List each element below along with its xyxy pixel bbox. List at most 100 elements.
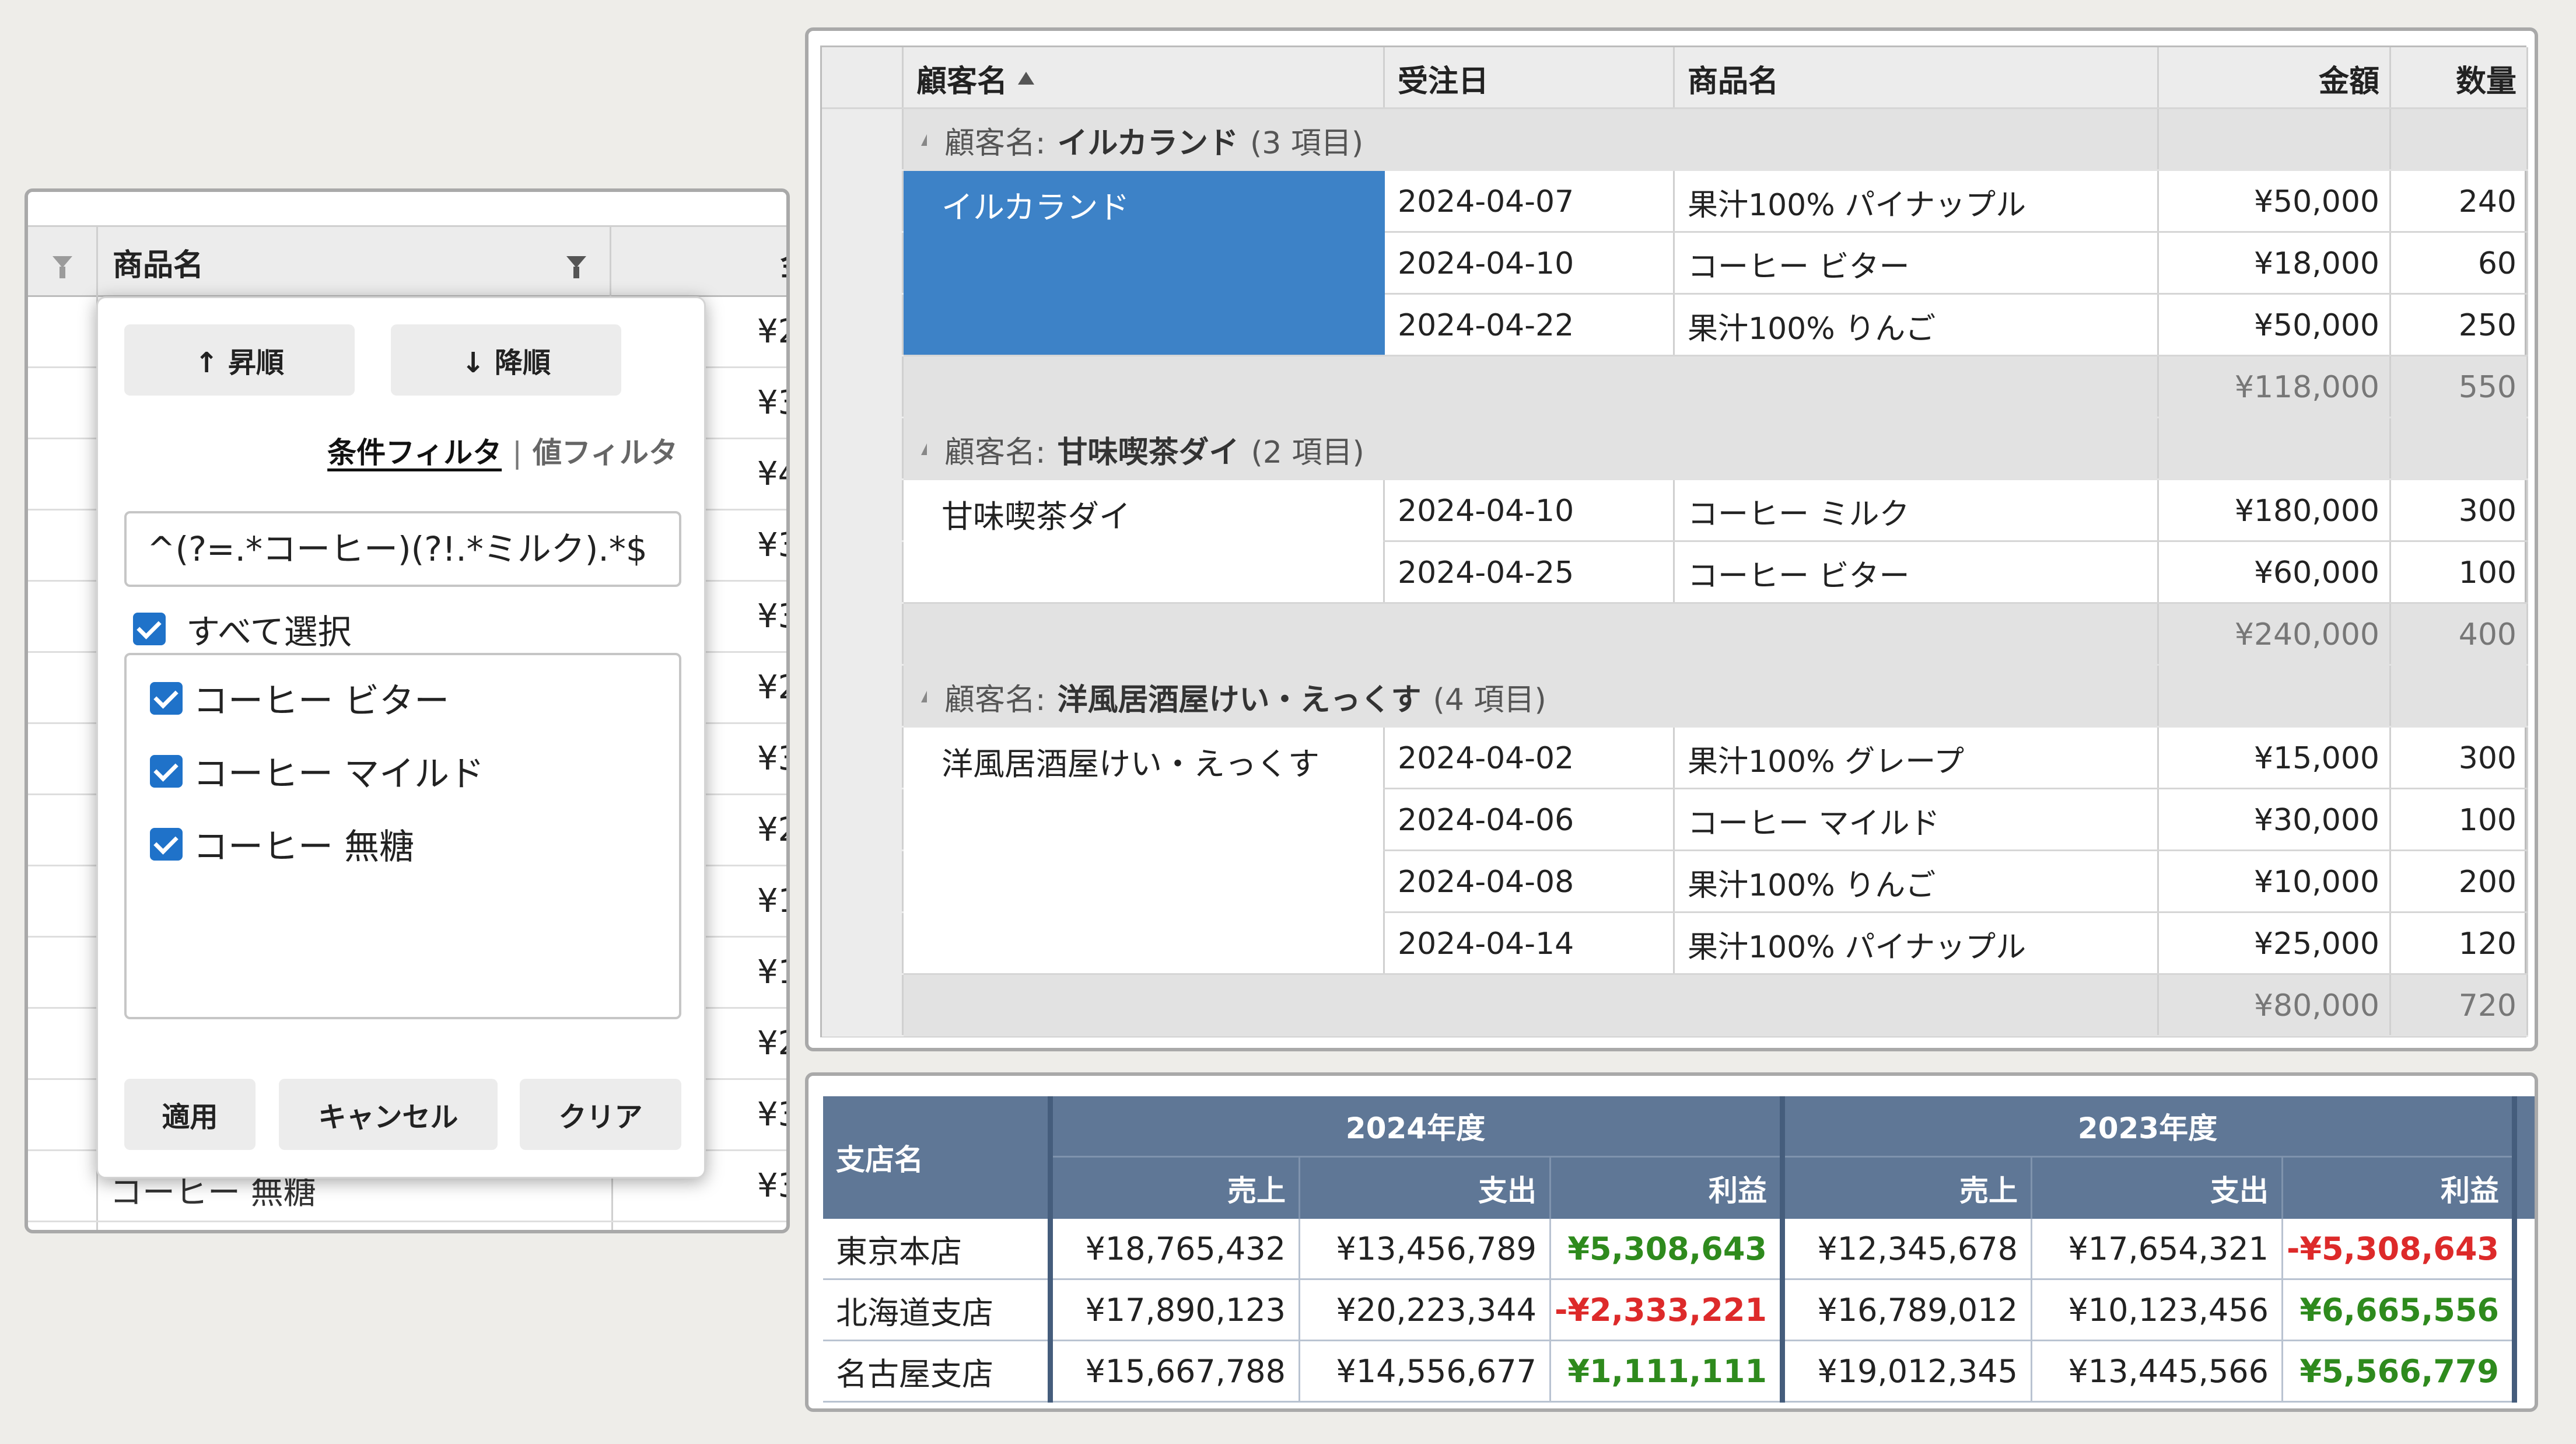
list-item[interactable]: コーヒー マイルド bbox=[150, 746, 484, 796]
product-cell[interactable]: 果汁100% パイナップル bbox=[1675, 171, 2159, 233]
value-cell[interactable]: ¥16,789,012 bbox=[1782, 1280, 2032, 1341]
amount-cell[interactable]: ¥25,000 bbox=[2159, 913, 2391, 975]
checkbox-checked-icon[interactable] bbox=[133, 613, 166, 645]
amount-cell[interactable]: ¥50,000 bbox=[2159, 295, 2391, 356]
row-header-corner[interactable] bbox=[822, 47, 904, 109]
collapse-triangle-icon[interactable] bbox=[921, 691, 927, 702]
row-header[interactable] bbox=[822, 975, 904, 1037]
column-header-product[interactable]: 商品名 bbox=[98, 227, 611, 297]
column-header-year-2023[interactable]: 2023年度 bbox=[1782, 1096, 2514, 1158]
profit-cell[interactable]: -¥5,308,643 bbox=[2283, 1219, 2514, 1280]
list-item[interactable]: コーヒー ビター bbox=[150, 673, 449, 723]
row-header-filter-cell[interactable] bbox=[28, 227, 98, 297]
group-header-cell[interactable]: 顧客名: 甘味喫茶ダイ (2 項目) bbox=[904, 418, 2159, 480]
column-header-sales[interactable]: 売上 bbox=[1782, 1158, 2032, 1219]
profit-cell[interactable]: ¥1,111,111 bbox=[1551, 1341, 1782, 1403]
value-cell[interactable]: ¥17,890,123 bbox=[1049, 1280, 1300, 1341]
amount-cell[interactable]: ¥60,000 bbox=[2159, 542, 2391, 604]
qty-cell[interactable]: 120 bbox=[2391, 913, 2528, 975]
value-cell[interactable]: ¥10,123,456 bbox=[2032, 1280, 2283, 1341]
branch-cell[interactable]: 北海道支店 bbox=[823, 1280, 1049, 1341]
product-cell[interactable]: 果汁100% パイナップル bbox=[1675, 913, 2159, 975]
apply-button[interactable]: 適用 bbox=[124, 1079, 256, 1150]
row-header[interactable] bbox=[822, 295, 904, 356]
list-item[interactable]: コーヒー 無糖 bbox=[150, 819, 414, 869]
product-cell[interactable]: コーヒー ビター bbox=[1675, 233, 2159, 295]
filter-value-list[interactable]: コーヒー ビター コーヒー マイルド コーヒー 無糖 bbox=[124, 653, 681, 1019]
qty-cell[interactable]: 100 bbox=[2391, 542, 2528, 604]
group-header-cell[interactable]: 顧客名: イルカランド (3 項目) bbox=[904, 109, 2159, 171]
tab-value-filter[interactable]: 値フィルタ bbox=[533, 436, 678, 470]
date-cell[interactable]: 2024-04-10 bbox=[1385, 480, 1675, 542]
amount-cell[interactable]: ¥10,000 bbox=[2159, 851, 2391, 913]
profit-cell[interactable]: ¥5,308,643 bbox=[1551, 1219, 1782, 1280]
amount-cell[interactable]: ¥180,000 bbox=[2159, 480, 2391, 542]
column-header-customer[interactable]: 顧客名 bbox=[904, 47, 1385, 109]
row-header[interactable] bbox=[822, 851, 904, 913]
value-cell[interactable]: ¥13,445,566 bbox=[2032, 1341, 2283, 1403]
cancel-button[interactable]: キャンセル bbox=[279, 1079, 498, 1150]
column-header-year-2024[interactable]: 2024年度 bbox=[1049, 1096, 1782, 1158]
column-header-product[interactable]: 商品名 bbox=[1675, 47, 2159, 109]
value-cell[interactable]: ¥14,556,677 bbox=[1300, 1341, 1551, 1403]
amount-cell[interactable]: ¥18,000 bbox=[2159, 233, 2391, 295]
column-header-amount[interactable]: 金額 bbox=[2159, 47, 2391, 109]
regex-filter-input[interactable]: ^(?=.*コーヒー)(?!.*ミルク).*$ bbox=[124, 511, 681, 587]
value-cell[interactable]: ¥17,654,321 bbox=[2032, 1219, 2283, 1280]
column-header-branch[interactable]: 支店名 bbox=[823, 1096, 1049, 1219]
filter-icon[interactable] bbox=[52, 256, 72, 278]
value-cell[interactable]: ¥15,667,788 bbox=[1049, 1341, 1300, 1403]
product-cell[interactable]: 果汁100% グレープ bbox=[1675, 728, 2159, 789]
customer-cell[interactable]: 洋風居酒屋けい・えっくす bbox=[904, 728, 1383, 973]
row-header[interactable] bbox=[822, 171, 904, 233]
column-header-expense[interactable]: 支出 bbox=[2032, 1158, 2283, 1219]
qty-cell[interactable]: 60 bbox=[2391, 233, 2528, 295]
date-cell[interactable]: 2024-04-14 bbox=[1385, 913, 1675, 975]
column-header-amount[interactable]: 金額 bbox=[611, 227, 786, 297]
value-cell[interactable]: ¥18,765,432 bbox=[1049, 1219, 1300, 1280]
branch-cell[interactable]: 東京本店 bbox=[823, 1219, 1049, 1280]
amount-cell[interactable]: ¥30,000 bbox=[2159, 789, 2391, 851]
clear-button[interactable]: クリア bbox=[520, 1079, 681, 1150]
column-header-expense[interactable]: 支出 bbox=[1300, 1158, 1551, 1219]
collapse-triangle-icon[interactable] bbox=[921, 134, 927, 146]
product-cell[interactable]: コーヒー マイルド bbox=[1675, 789, 2159, 851]
value-cell[interactable]: ¥13,456,789 bbox=[1300, 1219, 1551, 1280]
qty-cell[interactable]: 100 bbox=[2391, 789, 2528, 851]
product-cell[interactable]: コーヒー ビター bbox=[1675, 542, 2159, 604]
tab-condition-filter[interactable]: 条件フィルタ bbox=[327, 436, 502, 470]
value-cell[interactable]: ¥20,223,344 bbox=[1300, 1280, 1551, 1341]
column-header-profit[interactable]: 利益 bbox=[1551, 1158, 1782, 1219]
group-header-row[interactable]: 顧客名: イルカランド (3 項目) bbox=[822, 109, 2528, 171]
sort-ascending-icon[interactable] bbox=[1018, 72, 1035, 85]
checkbox-checked-icon[interactable] bbox=[150, 827, 183, 861]
row-header[interactable] bbox=[822, 418, 904, 480]
select-all-checkbox[interactable]: すべて選択 bbox=[133, 604, 352, 653]
date-cell[interactable]: 2024-04-07 bbox=[1385, 171, 1675, 233]
row-header[interactable] bbox=[822, 233, 904, 295]
value-cell[interactable]: ¥12,345,678 bbox=[1782, 1219, 2032, 1280]
row-header[interactable] bbox=[822, 542, 904, 604]
qty-cell[interactable]: 300 bbox=[2391, 728, 2528, 789]
group-header-row[interactable]: 顧客名: 甘味喫茶ダイ (2 項目) bbox=[822, 418, 2528, 480]
date-cell[interactable]: 2024-04-25 bbox=[1385, 542, 1675, 604]
amount-cell[interactable]: ¥15,000 bbox=[2159, 728, 2391, 789]
filter-funnel-icon[interactable] bbox=[566, 256, 586, 278]
qty-cell[interactable]: 200 bbox=[2391, 851, 2528, 913]
group-header-cell[interactable]: 顧客名: 洋風居酒屋けい・えっくす (4 項目) bbox=[904, 666, 2159, 728]
date-cell[interactable]: 2024-04-02 bbox=[1385, 728, 1675, 789]
product-cell[interactable]: 果汁100% りんご bbox=[1675, 295, 2159, 356]
row-header[interactable] bbox=[822, 913, 904, 975]
column-header-qty[interactable]: 数量 bbox=[2391, 47, 2528, 109]
date-cell[interactable]: 2024-04-06 bbox=[1385, 789, 1675, 851]
qty-cell[interactable]: 250 bbox=[2391, 295, 2528, 356]
row-header[interactable] bbox=[822, 109, 904, 171]
row-header[interactable] bbox=[822, 789, 904, 851]
checkbox-checked-icon[interactable] bbox=[150, 754, 183, 788]
customer-cell[interactable]: 甘味喫茶ダイ bbox=[904, 480, 1383, 602]
row-header[interactable] bbox=[822, 728, 904, 789]
date-cell[interactable]: 2024-04-10 bbox=[1385, 233, 1675, 295]
qty-cell[interactable]: 240 bbox=[2391, 171, 2528, 233]
profit-cell[interactable]: -¥2,333,221 bbox=[1551, 1280, 1782, 1341]
row-header[interactable] bbox=[822, 666, 904, 728]
